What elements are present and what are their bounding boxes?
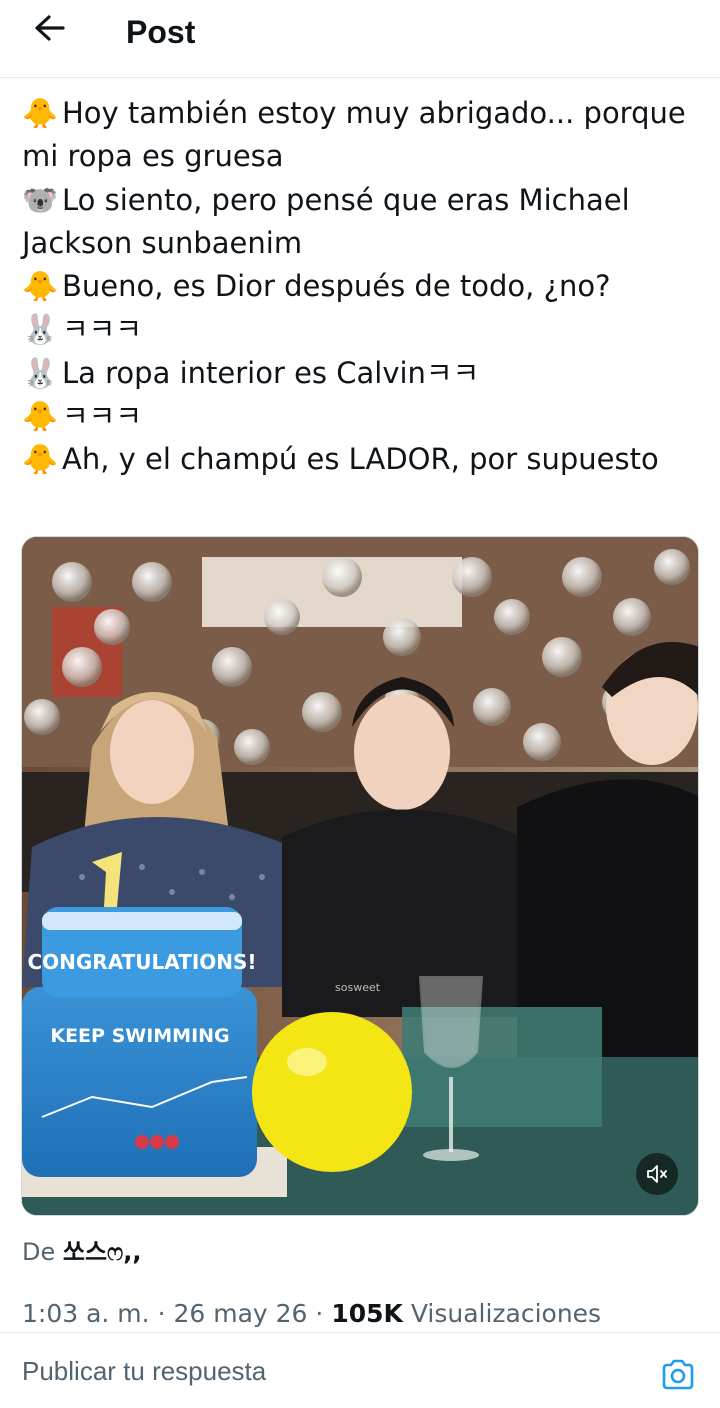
koala-icon: 🐨 [22,182,59,217]
rabbit-icon: 🐰 [22,355,59,390]
dialogue-text: Ah, y el champú es LADOR, por supuesto [62,442,659,477]
meta-separator: · [157,1299,166,1328]
video-watermark: sosweet [335,981,381,994]
dialogue-line: 🐨 Lo siento, pero pensé que eras Michael … [22,179,702,266]
views-count[interactable]: 105K [331,1299,403,1328]
volume-muted-icon [645,1163,669,1185]
reply-composer: Publicar tu respuesta [0,1332,720,1408]
post-date[interactable]: 26 may 26 [173,1299,307,1328]
arrow-left-icon [33,13,67,47]
rabbit-icon: 🐰 [22,312,59,347]
video-frame-illustration: CONGRATULATIONS! KEEP SWIMMING [22,537,698,1215]
camera-icon [660,1359,696,1395]
dialogue-text: Bueno, es Dior después de todo, ¿no? [62,269,611,304]
dialogue-line: 🐰 La ropa interior es Calvinㅋㅋ [22,352,702,395]
post-body: 🐥 Hoy también estoy muy abrigado... porqu… [22,92,702,482]
reply-input[interactable]: Publicar tu respuesta [22,1351,622,1391]
page-title: Post [126,14,196,50]
dialogue-text: Lo siento, pero pensé que eras Michael J… [22,182,630,260]
dialogue-line: 🐥 Hoy también estoy muy abrigado... porqu… [22,92,702,179]
back-button[interactable] [22,8,78,52]
chick-icon: 🐥 [22,399,59,434]
source-author-link[interactable]: 쏘스ෆ,, [63,1238,142,1266]
chick-icon: 🐥 [22,96,59,130]
dialogue-text: ㅋㅋㅋ [62,399,143,434]
chick-icon: 🐥 [22,269,59,304]
post-time: 1:03 a. m. [22,1299,150,1328]
dialogue-text: La ropa interior es Calvinㅋㅋ [62,355,480,390]
top-app-bar: Post [0,0,720,78]
post-metadata: 1:03 a. m. · 26 may 26 · 105K Visualizac… [22,1296,601,1332]
video-source: De 쏘스ෆ,, [22,1236,142,1268]
dialogue-text: Hoy también estoy muy abrigado... porque… [22,96,686,174]
chick-icon: 🐥 [22,442,59,477]
post-detail-screen: Post 🐥 Hoy también estoy muy abrigado... … [0,0,720,1408]
source-prefix: De [22,1238,56,1266]
yellow-balloon [252,1012,412,1172]
views-label: Visualizaciones [410,1299,602,1328]
dialogue-line: 🐥 Bueno, es Dior después de todo, ¿no? [22,265,702,308]
cake-text-mid: KEEP SWIMMING [50,1025,229,1047]
dialogue-line: 🐥 ㅋㅋㅋ [22,395,702,438]
mute-button[interactable] [636,1153,678,1195]
dialogue-line: 🐰 ㅋㅋㅋ [22,308,702,351]
cake-text-top: CONGRATULATIONS! [27,950,256,974]
camera-button[interactable] [656,1357,700,1397]
dialogue-line: 🐥 Ah, y el champú es LADOR, por supuesto [22,438,702,481]
post-video[interactable]: CONGRATULATIONS! KEEP SWIMMING sosweet [21,536,699,1216]
meta-separator: · [315,1299,324,1328]
dialogue-text: ㅋㅋㅋ [62,312,143,347]
